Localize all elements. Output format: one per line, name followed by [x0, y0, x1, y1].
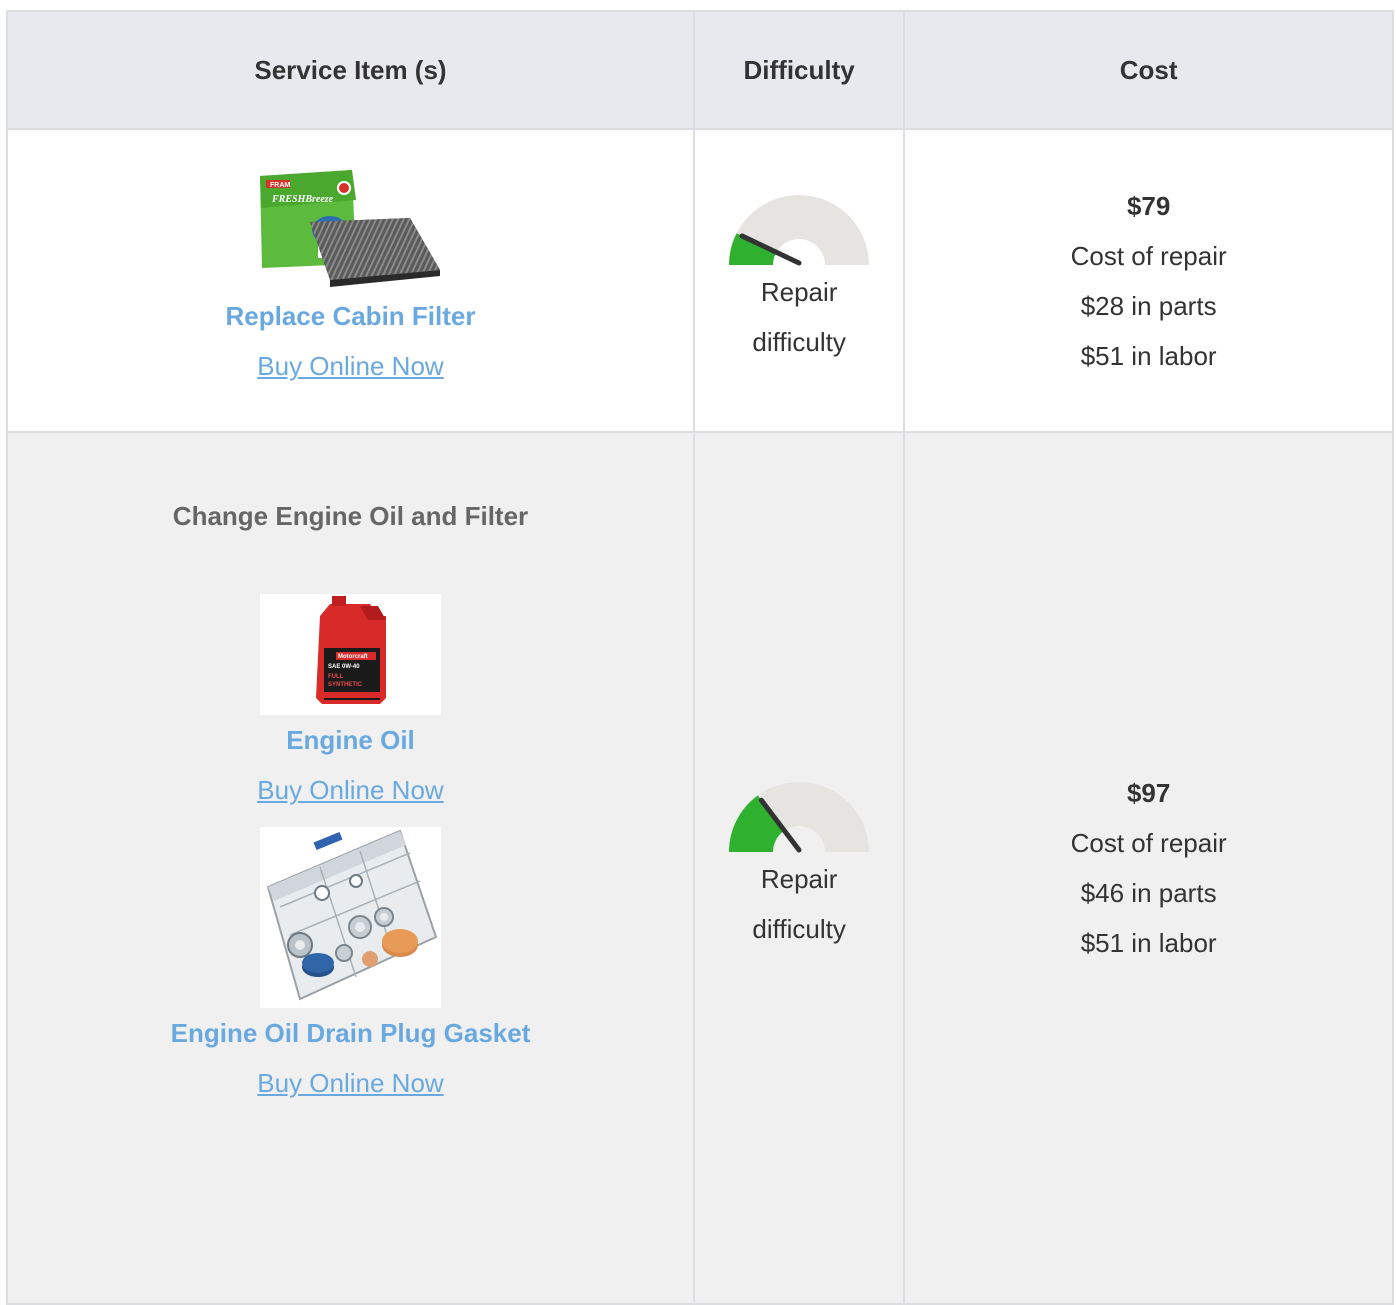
cost-labor: $51 in labor: [1080, 928, 1217, 958]
buy-online-link-cabin-filter[interactable]: Buy Online Now: [257, 341, 443, 391]
svg-text:FRAM: FRAM: [270, 182, 290, 189]
cabin-filter-product-image: FRAM FRESHBreeze: [259, 170, 441, 291]
difficulty-gauge-icon: [729, 782, 870, 853]
drain-plug-gasket-kit-image: [259, 827, 441, 1008]
cost-label: Cost of repair: [1070, 828, 1227, 858]
cost-parts: $46 in parts: [1080, 878, 1217, 908]
service-cost-table: Service Item (s) Difficulty Cost FRAM FR…: [6, 10, 1394, 1305]
difficulty-label: Repair: [760, 276, 838, 307]
difficulty-cell: Repair difficulty: [692, 431, 906, 1305]
service-cell: FRAM FRESHBreeze Replace Cabin Filter Bu…: [6, 128, 695, 433]
difficulty-cell: Repair difficulty: [692, 128, 906, 433]
table-row: Change Engine Oil and Filter Motorcraft …: [6, 431, 1394, 1305]
difficulty-label: difficulty: [752, 914, 846, 944]
svg-text:FRESHBreeze: FRESHBreeze: [271, 194, 334, 205]
header-cost: Cost: [903, 10, 1394, 130]
header-service: Service Item (s): [6, 10, 695, 130]
buy-online-link-drain-plug-gasket[interactable]: Buy Online Now: [257, 1058, 443, 1108]
table-header-row: Service Item (s) Difficulty Cost: [6, 10, 1394, 130]
difficulty-gauge-icon: [729, 194, 870, 265]
cost-cell: $79 Cost of repair $28 in parts $51 in l…: [903, 128, 1394, 433]
cost-cell: $97 Cost of repair $46 in parts $51 in l…: [903, 431, 1394, 1305]
buy-online-link-engine-oil[interactable]: Buy Online Now: [257, 765, 443, 815]
header-difficulty: Difficulty: [692, 10, 906, 130]
cost-labor: $51 in labor: [1080, 340, 1217, 371]
engine-oil-product-image: Motorcraft SAE 0W-40 FULL SYNTHETIC: [259, 594, 441, 715]
svg-text:SAE 0W-40: SAE 0W-40: [328, 664, 360, 670]
service-title-drain-plug-gasket[interactable]: Engine Oil Drain Plug Gasket: [171, 1018, 531, 1048]
difficulty-label: Repair: [760, 864, 838, 894]
table-row: FRAM FRESHBreeze Replace Cabin Filter Bu…: [6, 128, 1394, 433]
cost-label: Cost of repair: [1070, 240, 1227, 271]
service-title-engine-oil[interactable]: Engine Oil: [286, 725, 415, 755]
service-cell: Change Engine Oil and Filter Motorcraft …: [6, 431, 695, 1305]
service-group-title: Change Engine Oil and Filter: [172, 501, 529, 531]
svg-text:FULL: FULL: [328, 674, 344, 680]
difficulty-label: difficulty: [752, 326, 846, 357]
cost-parts: $28 in parts: [1080, 290, 1217, 321]
cost-total: $79: [1126, 190, 1171, 221]
service-title-cabin-filter[interactable]: Replace Cabin Filter: [226, 301, 476, 331]
cost-total: $97: [1126, 778, 1171, 808]
svg-text:Motorcraft: Motorcraft: [338, 654, 368, 660]
svg-text:SYNTHETIC: SYNTHETIC: [328, 682, 363, 688]
